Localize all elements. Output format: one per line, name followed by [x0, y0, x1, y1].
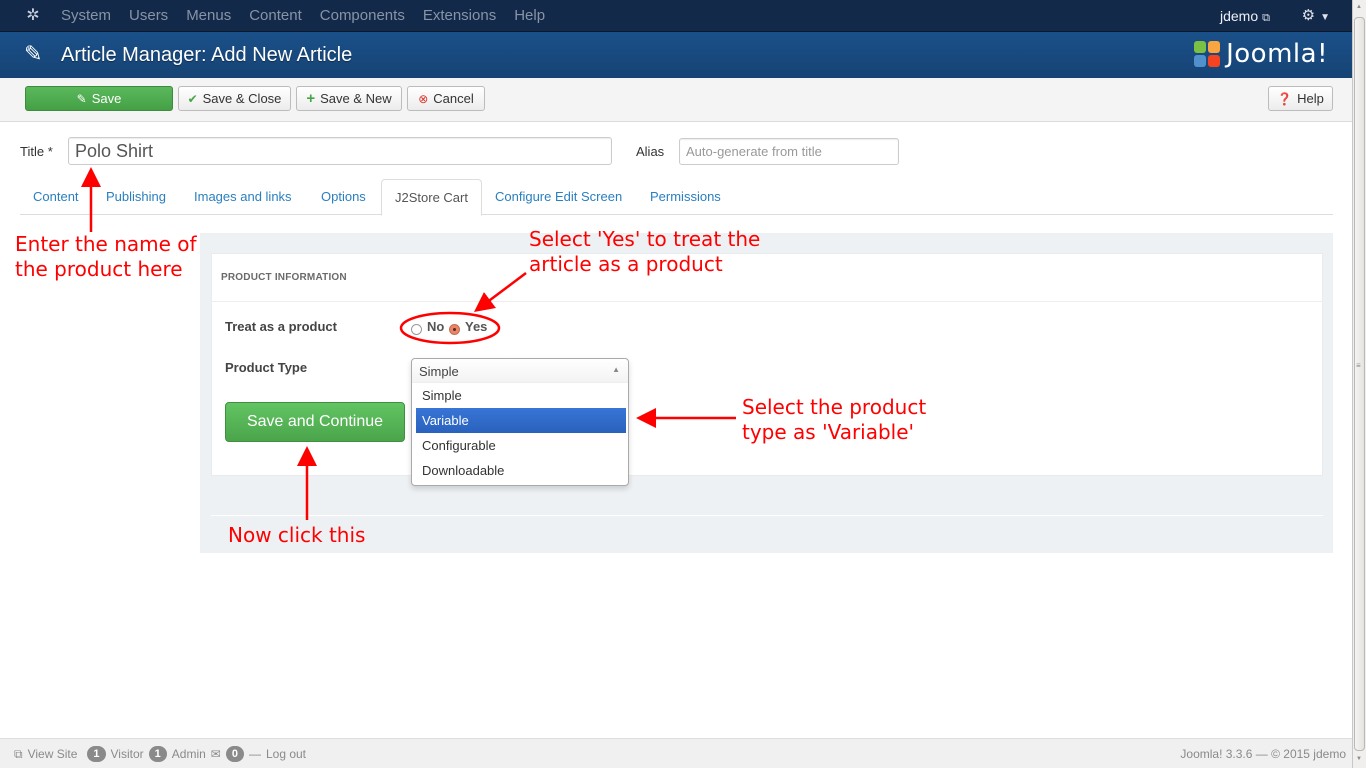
- tab-content[interactable]: Content: [20, 179, 92, 215]
- save-button[interactable]: ✎ Save: [25, 86, 173, 111]
- radio-no[interactable]: [411, 324, 422, 335]
- annotation-click: Now click this: [228, 523, 366, 547]
- view-site-link[interactable]: View Site: [28, 739, 78, 768]
- minus-icon: —: [248, 747, 261, 761]
- joomla-wordmark: Joomla!: [1226, 39, 1328, 69]
- option-configurable[interactable]: Configurable: [416, 433, 626, 458]
- title-label: Title *: [20, 144, 53, 159]
- settings-dropdown[interactable]: ⚙ ▼: [1302, 0, 1330, 34]
- status-footer: ⧉ View Site 1 Visitor 1 Admin ✉ 0 — Log …: [0, 738, 1352, 768]
- main-menu: System Users Menus Content Components Ex…: [61, 0, 563, 32]
- annotation-title: Enter the name of the product here: [15, 232, 197, 281]
- radio-yes[interactable]: [449, 324, 460, 335]
- page: ✲ System Users Menus Content Components …: [0, 0, 1352, 768]
- menu-help[interactable]: Help: [514, 0, 545, 32]
- joomla-brand: Joomla!: [1192, 38, 1328, 70]
- title-input[interactable]: Polo Shirt: [68, 137, 612, 165]
- scroll-down-icon[interactable]: ▼: [1356, 756, 1362, 762]
- plus-icon: +: [306, 90, 316, 107]
- radio-yes-label[interactable]: Yes: [465, 319, 487, 334]
- article-tabs: Content Publishing Images and links Opti…: [20, 179, 1333, 216]
- menu-menus[interactable]: Menus: [186, 0, 231, 32]
- option-variable[interactable]: Variable: [416, 408, 626, 433]
- treat-as-product-label: Treat as a product: [225, 319, 337, 334]
- panel-heading: PRODUCT INFORMATION: [212, 254, 1322, 302]
- tab-permissions[interactable]: Permissions: [637, 179, 734, 215]
- grip-icon: ≡: [1356, 361, 1361, 370]
- admins-label: Admin: [171, 747, 206, 761]
- option-downloadable[interactable]: Downloadable: [416, 458, 626, 483]
- scrollbar-thumb[interactable]: [1354, 17, 1365, 751]
- check-icon: ✔: [187, 91, 198, 106]
- external-link-icon: ⧉: [1262, 12, 1270, 24]
- joomla-logo-icon[interactable]: ✲: [24, 7, 42, 25]
- divider: [211, 515, 1323, 516]
- user-link[interactable]: jdemo ⧉: [1220, 0, 1270, 34]
- product-type-current[interactable]: Simple ▲: [412, 359, 628, 383]
- caret-down-icon: ▼: [1320, 12, 1330, 23]
- joomla-brand-icon: [1192, 39, 1222, 69]
- page-title: Article Manager: Add New Article: [61, 44, 353, 66]
- product-type-select[interactable]: Simple ▲ Simple Variable Configurable Do…: [411, 358, 629, 486]
- menu-components[interactable]: Components: [320, 0, 405, 32]
- question-icon: ❓: [1277, 91, 1293, 106]
- pencil-icon: ✎: [24, 41, 43, 66]
- messages-badge[interactable]: 0: [225, 746, 244, 762]
- tab-images-and-links[interactable]: Images and links: [181, 179, 305, 215]
- help-button[interactable]: ❓ Help: [1268, 86, 1333, 111]
- gear-icon: ⚙: [1301, 7, 1316, 24]
- cancel-button[interactable]: ⊗ Cancel: [407, 86, 485, 111]
- page-header: ✎ Article Manager: Add New Article Jooml…: [0, 32, 1352, 78]
- tab-configure-edit-screen[interactable]: Configure Edit Screen: [482, 179, 635, 215]
- save-and-continue-button[interactable]: Save and Continue: [225, 402, 405, 442]
- menu-users[interactable]: Users: [129, 0, 168, 32]
- save-new-button[interactable]: + Save & New: [296, 86, 402, 111]
- edit-icon: ✎: [76, 91, 87, 106]
- option-simple[interactable]: Simple: [416, 383, 626, 408]
- save-close-button[interactable]: ✔ Save & Close: [178, 86, 291, 111]
- vertical-scrollbar[interactable]: ▲ ≡ ▼: [1352, 0, 1366, 768]
- visitors-badge: 1: [87, 746, 106, 762]
- logout-link[interactable]: Log out: [266, 739, 306, 768]
- menu-system[interactable]: System: [61, 0, 111, 32]
- top-navbar: ✲ System Users Menus Content Components …: [0, 0, 1352, 32]
- product-type-label: Product Type: [225, 360, 308, 375]
- envelope-icon: ✉: [210, 747, 221, 761]
- menu-content[interactable]: Content: [249, 0, 302, 32]
- caret-up-icon: ▲: [612, 365, 620, 374]
- cancel-icon: ⊗: [418, 91, 429, 106]
- annotation-type: Select the product type as 'Variable': [742, 395, 927, 444]
- annotation-yes: Select 'Yes' to treat the article as a p…: [529, 227, 761, 276]
- toolbar: ✎ Save ✔ Save & Close + Save & New ⊗ Cancel …: [0, 78, 1352, 122]
- radio-no-label[interactable]: No: [427, 319, 444, 334]
- tab-options[interactable]: Options: [308, 179, 379, 215]
- user-name: jdemo: [1220, 8, 1259, 24]
- alias-input[interactable]: Auto-generate from title: [679, 138, 899, 165]
- scroll-up-icon[interactable]: ▲: [1356, 4, 1362, 10]
- alias-label: Alias: [636, 144, 665, 159]
- copyright: Joomla! 3.3.6 — © 2015 jdemo: [1180, 747, 1346, 761]
- view-site-icon: ⧉: [14, 747, 23, 761]
- tab-j2store-cart[interactable]: J2Store Cart: [381, 179, 482, 216]
- menu-extensions[interactable]: Extensions: [423, 0, 496, 32]
- admins-badge: 1: [148, 746, 167, 762]
- visitors-label: Visitor: [110, 747, 144, 761]
- tab-publishing[interactable]: Publishing: [93, 179, 179, 215]
